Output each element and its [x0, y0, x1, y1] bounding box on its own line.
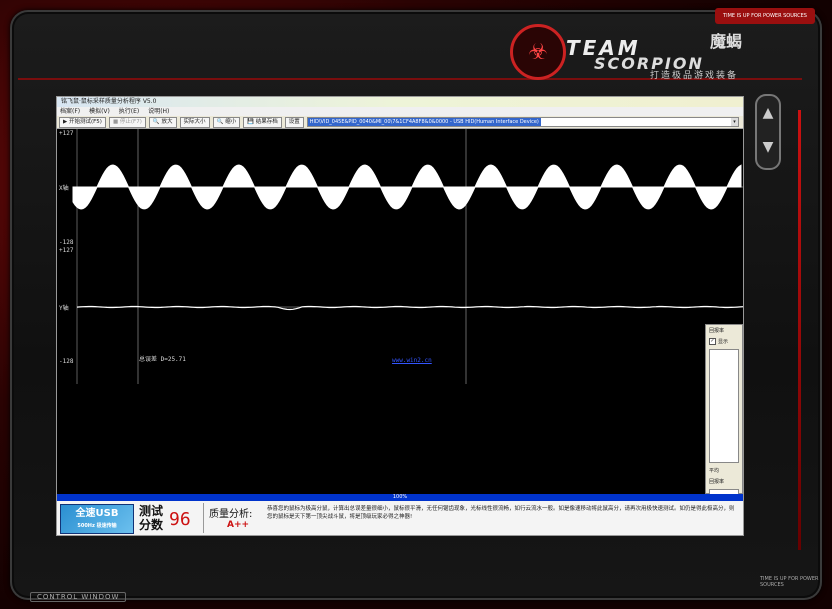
side-scroll-control[interactable]: ▲ ▼: [755, 94, 781, 170]
red-side-rail: [798, 110, 801, 550]
zoom-in-button[interactable]: 🔍 放大: [148, 116, 177, 128]
oscilloscope-plot: +127 X轴 -128 +127 Y轴 -128 总误差 D=25.71 ww…: [57, 129, 743, 494]
report-rate-panel: 回报率 ✓ 显示 平均 回报率: [705, 324, 743, 499]
y-axis-label: Y轴: [59, 305, 69, 312]
y-axis-waveform: [76, 305, 743, 311]
avg-label: 平均: [709, 468, 720, 474]
device-select-value: HID\VID_045E&PID_0040&MI_00\7&1CF4A8F8&0…: [307, 118, 541, 126]
x-axis-waveform: [72, 164, 742, 210]
team-scorpion-logo: ☣ TEAM 魔蝎 SCORPION 打造极品游戏装备: [510, 24, 770, 84]
show-checkbox-row[interactable]: ✓ 显示: [706, 336, 742, 347]
top-strip: TIME IS UP FOR POWER SOURCES: [715, 8, 815, 24]
toolbar: ▶ 开始测试(F5) ■ 停止(F7) 🔍 放大 实际大小 🔍 缩小 💾 结果存…: [57, 116, 743, 129]
menu-help[interactable]: 说明(H): [148, 108, 169, 115]
menu-bar: 档案(F) 模拟(V) 执行(E) 说明(H): [57, 107, 743, 116]
menu-simulate[interactable]: 模拟(V): [89, 108, 110, 115]
x-axis-label: X轴: [59, 185, 69, 192]
score-value: 96: [169, 509, 191, 530]
control-window-label: CONTROL WINDOW: [30, 592, 127, 602]
x-max-label: +127: [59, 130, 74, 137]
menu-execute[interactable]: 执行(E): [119, 108, 139, 115]
full-speed-usb-logo: 全速USB 500Hz 极速传输: [60, 504, 134, 534]
scorpion-icon: ☣: [510, 24, 566, 80]
divider: [203, 503, 204, 533]
mouse-test-app-window: 铭飞鼠·鼠标采样质量分析程序 V5.0 档案(F) 模拟(V) 执行(E) 说明…: [56, 96, 744, 536]
report-rate-title: 回报率: [709, 328, 725, 334]
rate-label: 回报率: [709, 479, 725, 485]
save-result-button[interactable]: 💾 结果存档: [243, 116, 282, 128]
result-panel: 全速USB 500Hz 极速传输 测试 分数 96 质量分析: A++ 恭喜您的…: [57, 501, 743, 535]
actual-size-button[interactable]: 实际大小: [179, 116, 210, 128]
stop-button[interactable]: ■ 停止(F7): [108, 116, 146, 128]
arrow-down-icon[interactable]: ▼: [757, 130, 779, 164]
y-min-label: -128: [59, 358, 74, 365]
progress-bar: 100%: [57, 494, 743, 501]
score-label: 测试 分数: [139, 504, 164, 532]
show-checkbox[interactable]: ✓: [709, 338, 716, 345]
total-error-readout: 总误差 D=25.71: [139, 356, 186, 363]
logo-brand-cn: 魔蝎: [710, 32, 743, 51]
x-min-label: -128: [59, 239, 74, 246]
device-label: 设置: [284, 116, 304, 128]
report-rate-list: [709, 349, 739, 463]
app-title: 铭飞鼠·鼠标采样质量分析程序 V5.0: [57, 97, 743, 107]
analysis-text: 恭喜您的鼠标为极高分鼠，计算出总误差量很细小，鼠标很平滑，无任何锯齿现象，光标线…: [267, 506, 735, 520]
grade-badge: A++: [227, 520, 250, 530]
y-max-label: +127: [59, 247, 74, 254]
chevron-down-icon[interactable]: ▾: [731, 118, 738, 126]
watermark-link[interactable]: www.win2.cn: [392, 357, 432, 364]
device-select[interactable]: HID\VID_045E&PID_0040&MI_00\7&1CF4A8F8&0…: [306, 117, 739, 127]
menu-file[interactable]: 档案(F): [60, 108, 80, 115]
zoom-out-button[interactable]: 🔍 缩小: [212, 116, 241, 128]
logo-slogan: 打造极品游戏装备: [650, 71, 739, 81]
bottom-tag: TIME IS UP FOR POWER SOURCES: [760, 576, 819, 588]
arrow-up-icon[interactable]: ▲: [757, 96, 779, 130]
waveform-svg: [72, 129, 743, 384]
analysis-label: 质量分析:: [209, 509, 253, 520]
start-test-button[interactable]: ▶ 开始测试(F5): [59, 116, 106, 128]
